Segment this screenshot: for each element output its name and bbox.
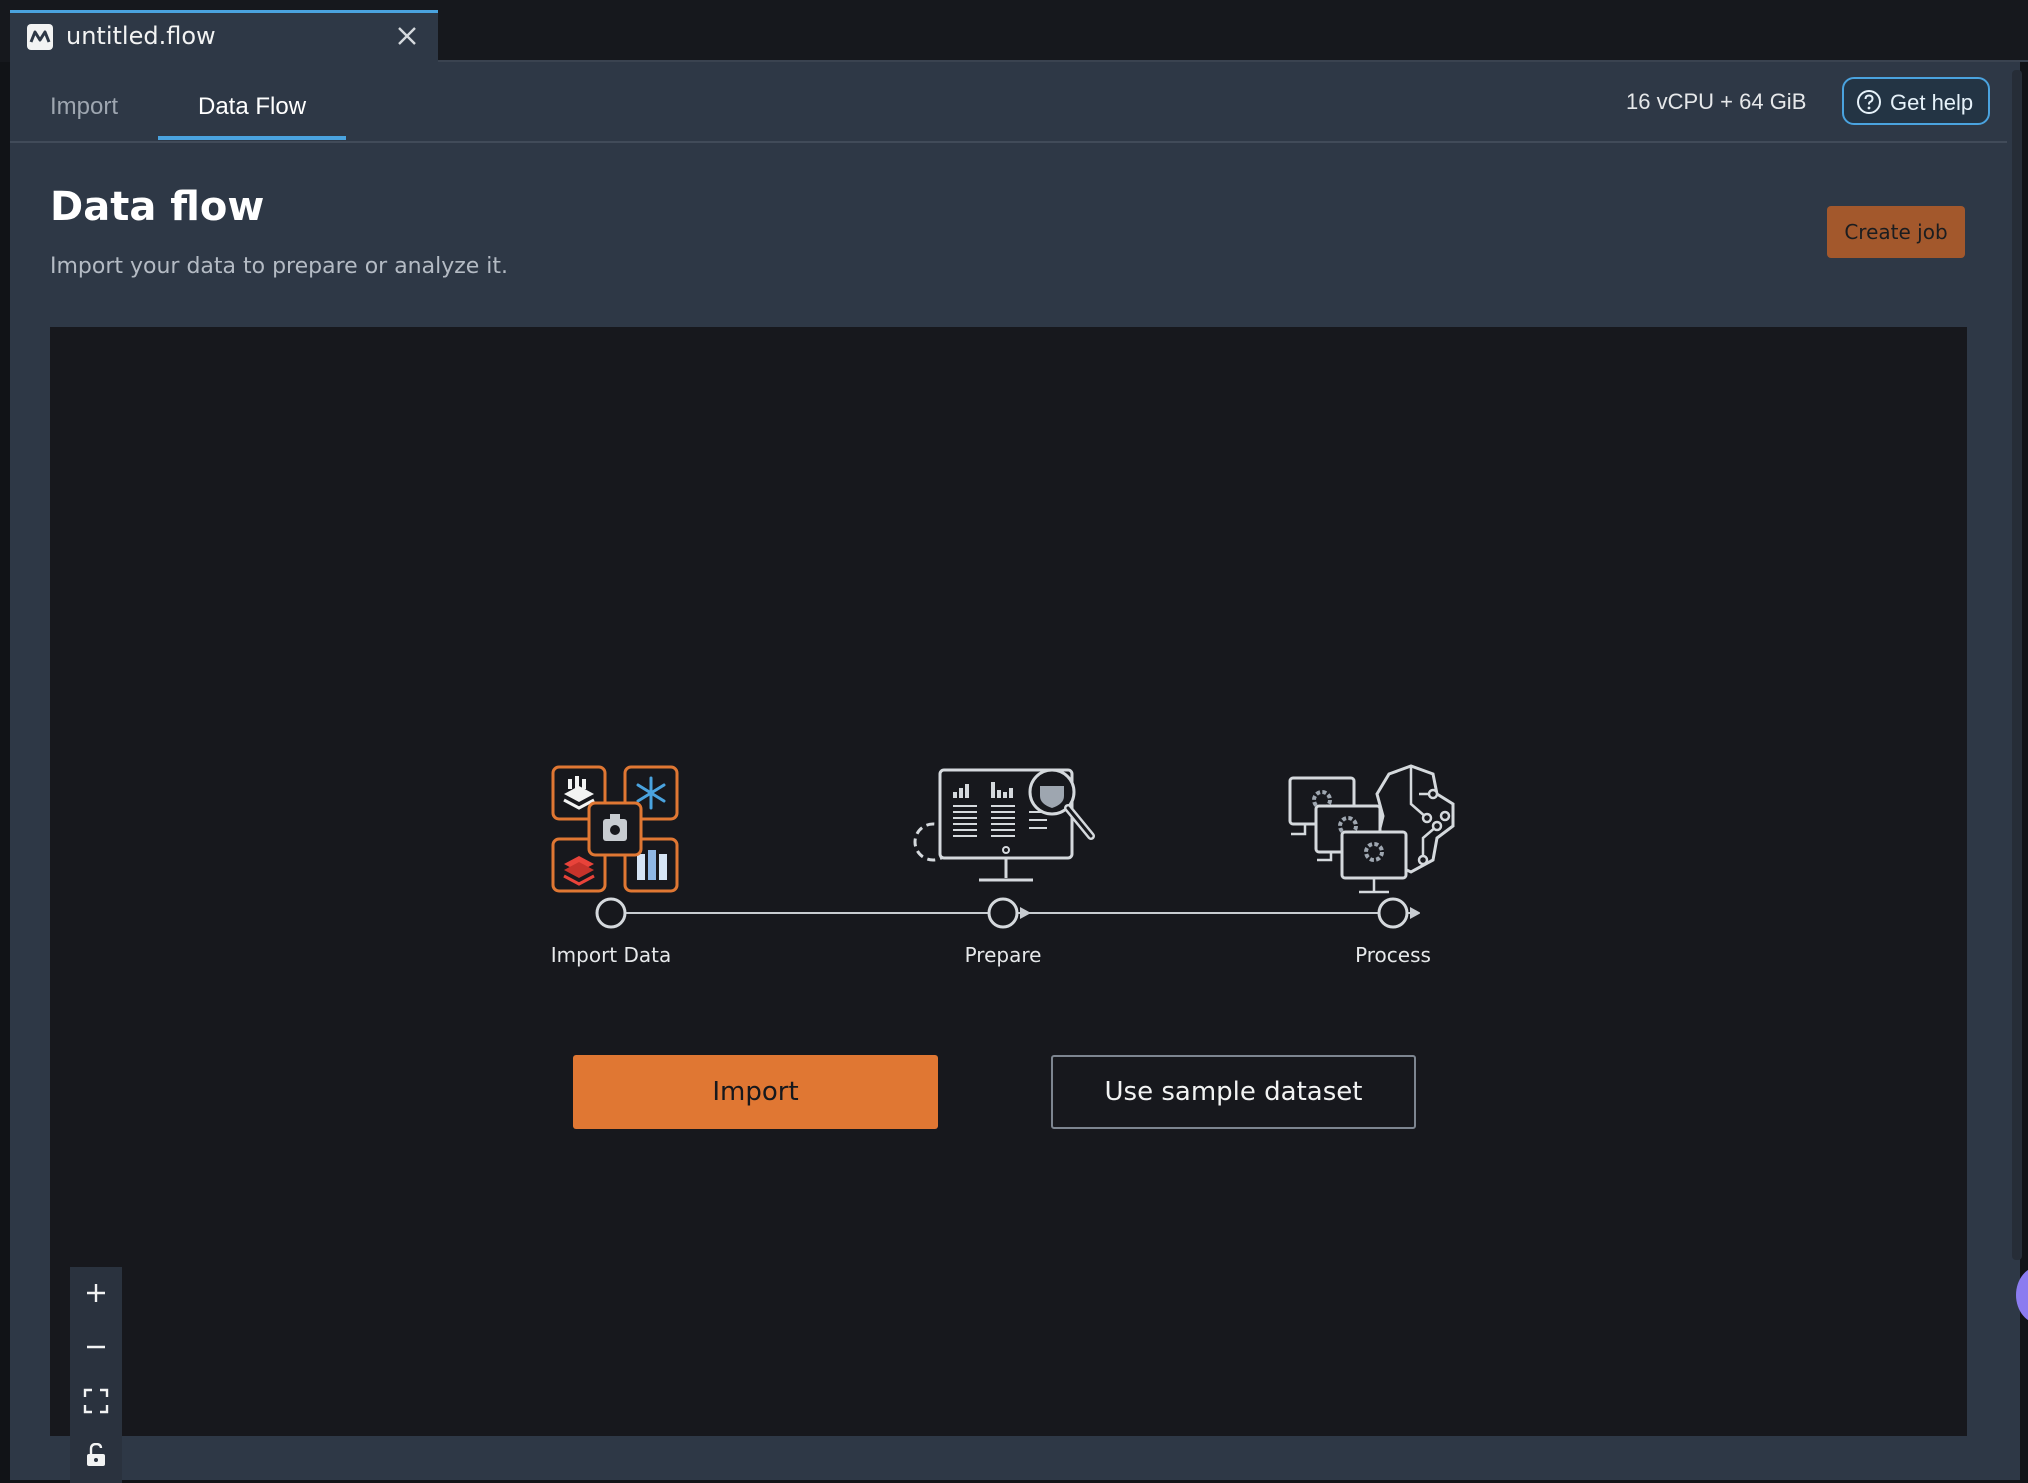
step-process-label: Process — [1355, 943, 1431, 967]
zoom-controls — [70, 1267, 122, 1483]
create-job-button[interactable]: Create job — [1827, 206, 1965, 258]
tab-import[interactable]: Import — [50, 93, 118, 121]
main-panel: Import Data Flow 16 vCPU + 64 GiB Get he… — [10, 62, 2020, 1483]
step-prepare-label: Prepare — [964, 943, 1042, 967]
get-help-button[interactable]: Get help — [1842, 77, 1990, 125]
use-sample-dataset-button[interactable]: Use sample dataset — [1051, 1055, 1416, 1129]
process-brain-icon — [1288, 764, 1455, 894]
page-subtitle: Import your data to prepare or analyze i… — [50, 254, 509, 279]
editor-tab-bar: untitled.flow — [0, 0, 2028, 62]
vertical-scrollbar[interactable] — [2012, 70, 2022, 1260]
tab-data-flow[interactable]: Data Flow — [198, 93, 306, 121]
close-icon[interactable] — [394, 23, 420, 49]
question-circle-icon — [1857, 90, 1881, 114]
active-tab-indicator — [158, 136, 346, 140]
unlock-icon — [87, 1443, 105, 1466]
lock-button[interactable] — [70, 1429, 122, 1481]
zoom-out-button[interactable] — [70, 1321, 122, 1373]
page-title: Data flow — [50, 184, 265, 230]
get-help-label: Get help — [1890, 90, 1974, 115]
fit-view-button[interactable] — [70, 1375, 122, 1427]
minus-icon — [87, 1345, 105, 1349]
flow-timeline — [595, 897, 1420, 929]
fit-view-icon — [83, 1388, 109, 1414]
plus-icon — [87, 1284, 105, 1302]
data-sources-icon — [551, 765, 679, 893]
data-wrangler-logo-icon — [27, 24, 53, 50]
prepare-monitor-icon — [913, 768, 1095, 882]
import-button[interactable]: Import — [573, 1055, 938, 1129]
flow-canvas[interactable]: Import Data Prepare Process Import Use s… — [50, 327, 1967, 1483]
file-tab-name: untitled.flow — [66, 22, 216, 50]
step-import-data-label: Import Data — [550, 943, 672, 967]
zoom-in-button[interactable] — [70, 1267, 122, 1319]
top-nav: Import Data Flow 16 vCPU + 64 GiB Get he… — [10, 62, 2007, 143]
file-tab[interactable]: untitled.flow — [10, 10, 438, 62]
instance-resources[interactable]: 16 vCPU + 64 GiB — [1626, 89, 1806, 115]
